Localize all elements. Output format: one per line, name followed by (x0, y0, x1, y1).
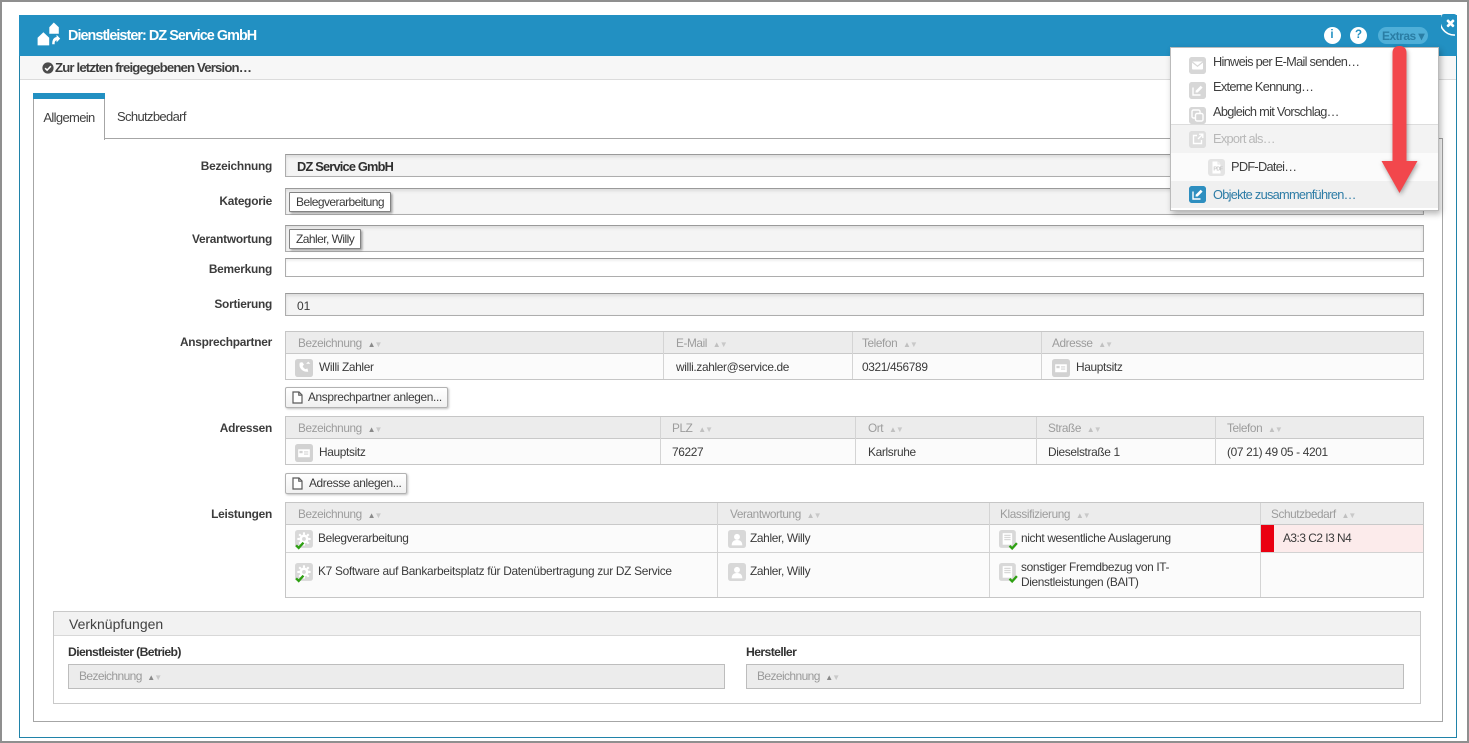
svg-text:PDF: PDF (1213, 166, 1223, 172)
